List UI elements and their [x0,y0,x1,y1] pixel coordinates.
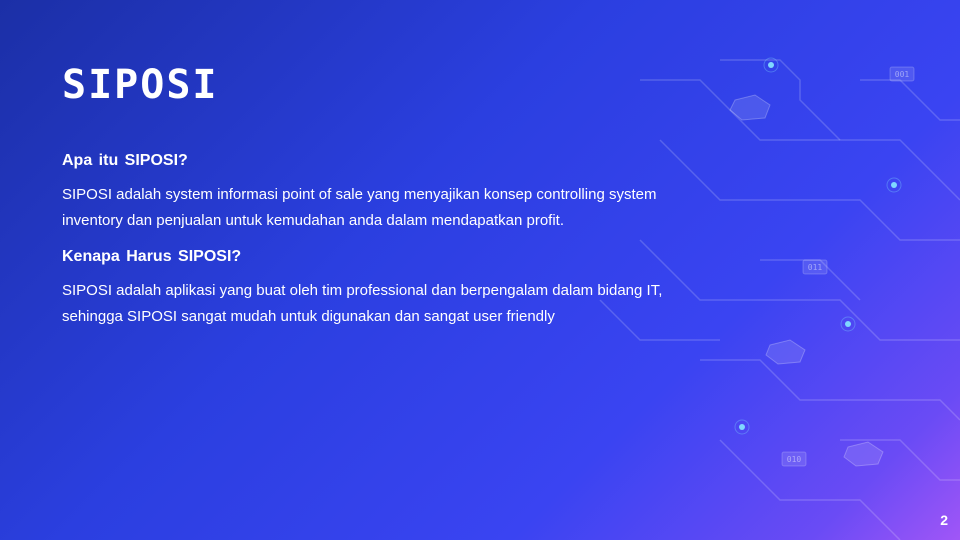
page-number: 2 [940,512,948,528]
slide: 001 011 010 SIPOSI Apa itu SIPOSI? SIPOS… [0,0,960,540]
slide-content: Apa itu SIPOSI? SIPOSI adalah system inf… [62,152,712,338]
section-heading-why: Kenapa Harus SIPOSI? [62,248,242,265]
tag-box-010 [781,451,807,467]
section-body-why: SIPOSI adalah aplikasi yang buat oleh ti… [62,282,663,325]
section-heading-what: Apa itu SIPOSI? [62,152,188,169]
tag-label: 011 [808,263,823,272]
tag-box-011 [802,259,828,275]
tag-box-001 [889,66,915,82]
tag-label: 001 [895,70,910,79]
section-body-what: SIPOSI adalah system informasi point of … [62,186,657,229]
slide-title: SIPOSI [62,62,219,108]
tag-label: 010 [787,455,802,464]
